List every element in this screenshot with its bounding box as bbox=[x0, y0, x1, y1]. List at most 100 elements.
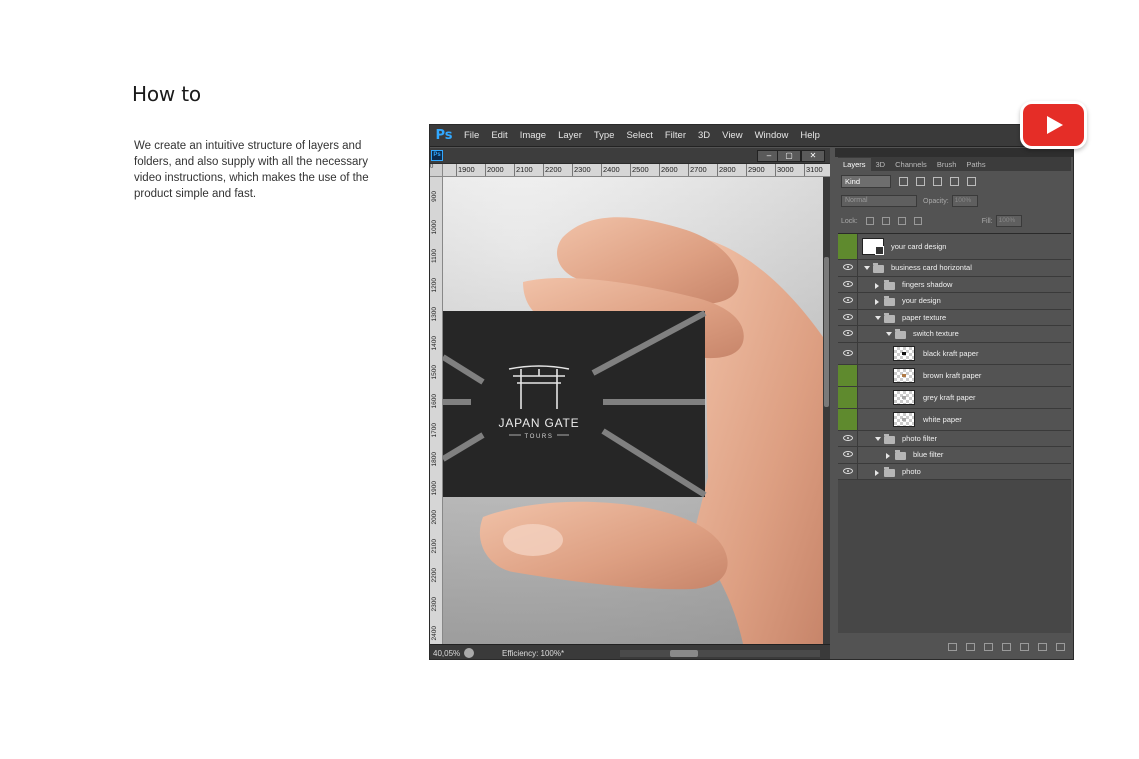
menu-3d[interactable]: 3D bbox=[692, 130, 716, 141]
collapsed-arrow-icon[interactable] bbox=[886, 453, 890, 460]
layer-row[interactable]: paper texture bbox=[838, 309, 1071, 326]
layer-row[interactable]: photo filter bbox=[838, 430, 1071, 447]
layer-row[interactable]: white paper bbox=[838, 408, 1071, 431]
layer-row[interactable]: grey kraft paper bbox=[838, 386, 1071, 409]
trash-icon[interactable] bbox=[1056, 643, 1065, 651]
menu-view[interactable]: View bbox=[716, 130, 748, 141]
vertical-scroll-thumb[interactable] bbox=[824, 257, 829, 407]
visibility-toggle[interactable] bbox=[838, 364, 858, 386]
horizontal-scrollbar[interactable] bbox=[620, 650, 820, 657]
maximize-button[interactable]: ▢ bbox=[777, 150, 801, 162]
adjustment-filter-icon[interactable] bbox=[916, 176, 925, 186]
visibility-toggle[interactable] bbox=[838, 309, 858, 325]
document-canvas[interactable]: JAPAN GATE TOURS bbox=[443, 177, 823, 644]
horizontal-scroll-thumb[interactable] bbox=[670, 650, 698, 657]
thumbnail-mark bbox=[902, 417, 906, 421]
menu-bar: Ps File Edit Image Layer Type Select Fil… bbox=[430, 125, 1073, 147]
type-filter-icon[interactable] bbox=[933, 176, 942, 186]
menu-select[interactable]: Select bbox=[620, 130, 658, 141]
visibility-toggle[interactable] bbox=[838, 386, 858, 408]
visibility-toggle[interactable] bbox=[838, 326, 858, 342]
menu-layer[interactable]: Layer bbox=[552, 130, 588, 141]
layer-row[interactable]: your design bbox=[838, 293, 1071, 310]
layer-row[interactable]: your card design bbox=[838, 234, 1071, 260]
layer-row[interactable]: photo bbox=[838, 463, 1071, 480]
menu-type[interactable]: Type bbox=[588, 130, 621, 141]
zoom-level[interactable]: 40,05% bbox=[430, 649, 464, 658]
tab-3d[interactable]: 3D bbox=[871, 158, 891, 171]
lock-image-icon[interactable] bbox=[881, 217, 890, 225]
visibility-toggle[interactable] bbox=[838, 276, 858, 292]
lock-transparent-icon[interactable] bbox=[865, 217, 874, 225]
menu-help[interactable]: Help bbox=[794, 130, 826, 141]
opacity-label: Opacity: bbox=[923, 197, 949, 205]
opacity-field[interactable]: 100% bbox=[951, 195, 978, 207]
ruler-label: 2100 bbox=[431, 539, 438, 554]
ruler-label: 1000 bbox=[431, 220, 438, 235]
collapsed-arrow-icon[interactable] bbox=[875, 469, 879, 476]
tab-brush[interactable]: Brush bbox=[932, 158, 962, 171]
kind-filter-select[interactable]: Kind bbox=[841, 174, 891, 188]
tab-paths[interactable]: Paths bbox=[961, 158, 990, 171]
ruler-label: 1100 bbox=[431, 249, 438, 263]
vertical-scrollbar[interactable] bbox=[823, 177, 830, 644]
expanded-arrow-icon[interactable] bbox=[875, 436, 881, 441]
close-button[interactable]: ✕ bbox=[801, 150, 825, 162]
eye-icon[interactable] bbox=[843, 330, 853, 337]
lock-label: Lock: bbox=[841, 217, 858, 225]
visibility-toggle[interactable] bbox=[838, 260, 858, 276]
layer-row[interactable]: business card horizontal bbox=[838, 260, 1071, 277]
layer-row[interactable]: black kraft paper bbox=[838, 342, 1071, 365]
lock-all-icon[interactable] bbox=[913, 217, 922, 225]
eye-icon[interactable] bbox=[843, 297, 853, 304]
ruler-vertical: 900 1000 1100 1200 1300 1400 1500 1600 1700 1800 1… bbox=[430, 177, 443, 644]
visibility-toggle[interactable] bbox=[838, 342, 858, 364]
visibility-toggle[interactable] bbox=[838, 463, 858, 479]
expanded-arrow-icon[interactable] bbox=[886, 332, 892, 337]
lock-position-icon[interactable] bbox=[897, 217, 906, 225]
fx-icon[interactable] bbox=[966, 643, 975, 651]
visibility-toggle[interactable] bbox=[838, 408, 858, 430]
add-mask-icon[interactable] bbox=[984, 643, 993, 651]
blend-mode-select[interactable]: Normal bbox=[841, 195, 917, 207]
eye-icon[interactable] bbox=[843, 313, 853, 320]
visibility-toggle[interactable] bbox=[838, 447, 858, 463]
menu-edit[interactable]: Edit bbox=[485, 130, 513, 141]
adjustment-layer-icon[interactable] bbox=[1002, 643, 1011, 651]
layer-row[interactable]: fingers shadow bbox=[838, 276, 1071, 293]
tab-channels[interactable]: Channels bbox=[890, 158, 932, 171]
visibility-toggle[interactable] bbox=[838, 430, 858, 446]
eye-icon[interactable] bbox=[843, 451, 853, 458]
expanded-arrow-icon[interactable] bbox=[875, 315, 881, 320]
fill-field[interactable]: 100% bbox=[995, 215, 1022, 227]
shape-filter-icon[interactable] bbox=[950, 176, 959, 186]
ruler-label: 900 bbox=[431, 191, 438, 202]
folder-icon bbox=[873, 263, 884, 274]
visibility-toggle[interactable] bbox=[838, 234, 858, 259]
eye-icon[interactable] bbox=[843, 280, 853, 287]
link-layers-icon[interactable] bbox=[948, 643, 957, 651]
layer-row[interactable]: brown kraft paper bbox=[838, 364, 1071, 387]
menu-image[interactable]: Image bbox=[514, 130, 552, 141]
visibility-toggle[interactable] bbox=[838, 293, 858, 309]
menu-window[interactable]: Window bbox=[749, 130, 795, 141]
layer-row[interactable]: blue filter bbox=[838, 447, 1071, 464]
new-group-icon[interactable] bbox=[1020, 643, 1029, 651]
pixel-filter-icon[interactable] bbox=[899, 176, 908, 186]
collapsed-arrow-icon[interactable] bbox=[875, 299, 879, 306]
eye-icon[interactable] bbox=[843, 434, 853, 441]
ruler-tick bbox=[746, 164, 747, 176]
expanded-arrow-icon[interactable] bbox=[864, 266, 870, 271]
smart-object-filter-icon[interactable] bbox=[967, 176, 976, 186]
layer-row[interactable]: switch texture bbox=[838, 326, 1071, 343]
collapsed-arrow-icon[interactable] bbox=[875, 282, 879, 289]
eye-icon[interactable] bbox=[843, 467, 853, 474]
menu-file[interactable]: File bbox=[458, 130, 485, 141]
status-info-icon[interactable] bbox=[464, 648, 474, 658]
youtube-play-button[interactable] bbox=[1020, 101, 1087, 149]
eye-icon[interactable] bbox=[843, 264, 853, 271]
new-layer-icon[interactable] bbox=[1038, 643, 1047, 651]
eye-icon[interactable] bbox=[843, 349, 853, 356]
menu-filter[interactable]: Filter bbox=[659, 130, 692, 141]
tab-layers[interactable]: Layers bbox=[838, 158, 871, 171]
